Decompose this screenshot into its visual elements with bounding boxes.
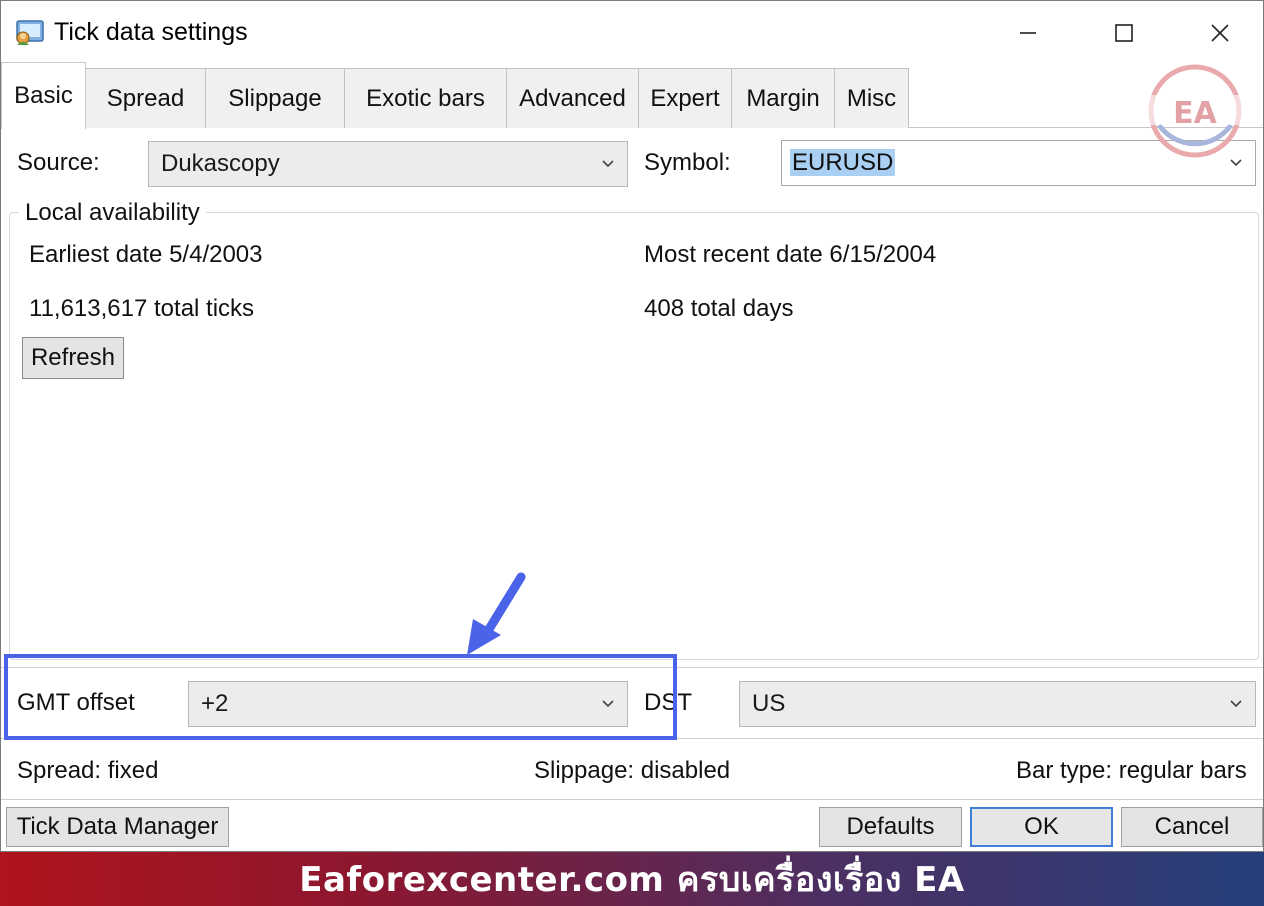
footer-banner: Eaforexcenter.com ครบเครื่องเรื่อง EA	[0, 852, 1264, 906]
tab-misc[interactable]: Misc	[834, 68, 909, 128]
total-days: 408 total days	[644, 295, 794, 322]
refresh-button[interactable]: Refresh	[22, 337, 124, 379]
ok-button[interactable]: OK	[970, 807, 1113, 847]
tab-exotic-bars[interactable]: Exotic bars	[344, 68, 507, 128]
title-bar: Tick data settings	[1, 1, 1263, 63]
tick-data-settings-window: Tick data settings Basic Spread Slippage…	[0, 0, 1264, 852]
bar-type-status-label: Bar type:	[1016, 757, 1113, 784]
window-title: Tick data settings	[54, 18, 248, 46]
app-icon	[16, 20, 44, 45]
total-ticks: 11,613,617 total ticks	[29, 295, 255, 322]
close-icon	[1211, 24, 1229, 42]
tab-basic[interactable]: Basic	[1, 62, 86, 129]
chevron-down-icon	[589, 142, 627, 186]
tab-spread[interactable]: Spread	[85, 68, 206, 128]
maximize-icon	[1115, 24, 1133, 42]
separator	[1, 799, 1263, 800]
tab-expert[interactable]: Expert	[638, 68, 732, 128]
tab-advanced[interactable]: Advanced	[506, 68, 639, 128]
tab-margin[interactable]: Margin	[731, 68, 835, 128]
dst-value: US	[752, 690, 786, 717]
defaults-button[interactable]: Defaults	[819, 807, 962, 847]
slippage-status-label: Slippage:	[534, 757, 635, 784]
bar-type-status: Bar type: regular bars	[1016, 757, 1247, 785]
spread-status-label: Spread:	[17, 757, 102, 784]
gmt-offset-highlight-box	[4, 654, 677, 740]
cancel-button[interactable]: Cancel	[1121, 807, 1263, 847]
spread-status-value: fixed	[107, 757, 159, 784]
dst-dropdown[interactable]: US	[739, 681, 1256, 727]
chevron-down-icon	[1217, 682, 1255, 726]
minimize-button[interactable]	[1005, 13, 1051, 53]
arrow-annotation-icon	[467, 572, 526, 655]
earliest-date: Earliest date 5/4/2003	[29, 241, 263, 268]
banner-text: Eaforexcenter.com ครบเครื่องเรื่อง EA	[299, 860, 965, 900]
slippage-status: Slippage: disabled	[534, 757, 730, 785]
spread-status: Spread: fixed	[17, 757, 158, 785]
tab-slippage[interactable]: Slippage	[205, 68, 345, 128]
minimize-icon	[1020, 32, 1036, 34]
symbol-label: Symbol:	[644, 149, 731, 176]
source-value: Dukascopy	[161, 150, 280, 177]
source-label: Source:	[17, 149, 100, 176]
maximize-button[interactable]	[1101, 13, 1147, 53]
local-availability-title: Local availability	[19, 199, 206, 227]
ea-logo: EA	[1145, 64, 1245, 158]
slippage-status-value: disabled	[640, 757, 731, 784]
local-availability-group	[9, 212, 1259, 660]
logo-text: EA	[1173, 96, 1217, 131]
symbol-value: EURUSD	[790, 149, 896, 176]
bar-type-status-value: regular bars	[1118, 757, 1247, 784]
most-recent-date: Most recent date 6/15/2004	[644, 241, 937, 268]
source-dropdown[interactable]: Dukascopy	[148, 141, 628, 187]
close-button[interactable]	[1197, 13, 1243, 53]
tick-data-manager-button[interactable]: Tick Data Manager	[6, 807, 229, 847]
